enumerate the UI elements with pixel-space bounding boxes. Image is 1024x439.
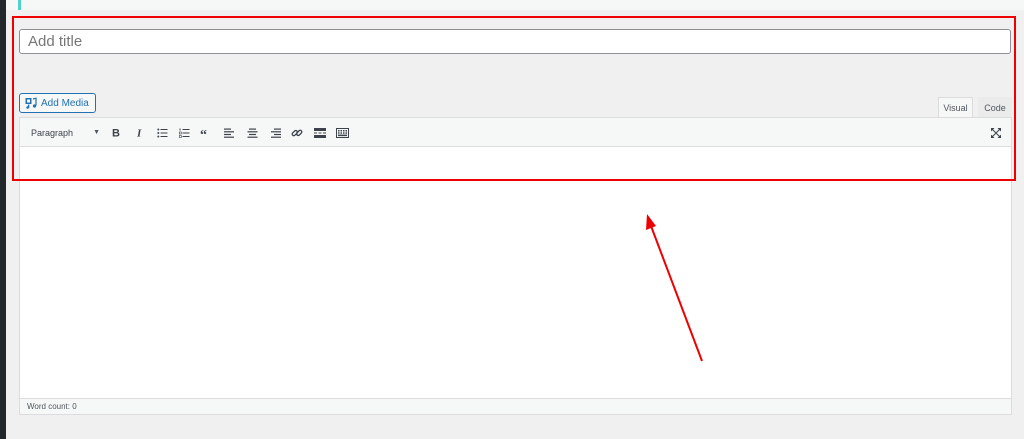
- insert-link-button[interactable]: [289, 125, 305, 140]
- keyboard-icon: [335, 127, 349, 138]
- admin-sidebar-edge: [0, 0, 6, 439]
- bold-icon: B: [111, 127, 121, 139]
- tab-code-label: Code: [984, 102, 1006, 113]
- tab-visual[interactable]: Visual: [938, 97, 973, 118]
- top-band: [6, 0, 1024, 10]
- add-media-icon: [25, 97, 37, 109]
- editor-toolbar: Paragraph ▼ B I “: [20, 118, 1011, 147]
- svg-text:B: B: [112, 128, 120, 139]
- align-left-button[interactable]: [221, 125, 237, 140]
- italic-button[interactable]: I: [132, 125, 148, 140]
- align-center-icon: [247, 128, 258, 138]
- fullscreen-icon: [990, 127, 1002, 139]
- blockquote-button[interactable]: “: [198, 125, 214, 140]
- format-select-value: Paragraph: [31, 127, 74, 138]
- italic-icon: I: [135, 127, 145, 139]
- svg-text:I: I: [136, 128, 142, 139]
- align-left-icon: [223, 128, 235, 138]
- add-media-label: Add Media: [41, 97, 89, 109]
- align-right-button[interactable]: [267, 125, 283, 140]
- link-icon: [291, 127, 303, 139]
- read-more-icon: [314, 127, 326, 138]
- bulleted-list-button[interactable]: [154, 125, 170, 140]
- bulleted-list-icon: [156, 128, 168, 138]
- align-center-button[interactable]: [244, 125, 260, 140]
- editor-container: Paragraph ▼ B I “ Word count: 0: [19, 117, 1012, 415]
- blockquote-icon: “: [200, 128, 212, 138]
- tab-code[interactable]: Code: [978, 97, 1012, 118]
- fullscreen-button[interactable]: [988, 125, 1004, 140]
- read-more-button[interactable]: [312, 125, 328, 140]
- editor-statusbar: Word count: 0: [20, 398, 1011, 414]
- align-right-icon: [270, 128, 281, 138]
- tab-visual-label: Visual: [943, 103, 968, 113]
- editor-content-area[interactable]: [20, 147, 1011, 399]
- toolbar-toggle-button[interactable]: [334, 125, 350, 140]
- post-title-input[interactable]: [19, 29, 1011, 54]
- add-media-button[interactable]: Add Media: [19, 93, 96, 113]
- chevron-down-icon: ▼: [93, 129, 100, 136]
- format-select[interactable]: Paragraph ▼: [25, 125, 102, 140]
- svg-text:“: “: [200, 128, 207, 138]
- numbered-list-button[interactable]: [176, 125, 192, 140]
- bold-button[interactable]: B: [108, 125, 124, 140]
- numbered-list-icon: [178, 128, 190, 138]
- word-count: Word count: 0: [27, 402, 77, 411]
- accent-bar: [18, 0, 21, 10]
